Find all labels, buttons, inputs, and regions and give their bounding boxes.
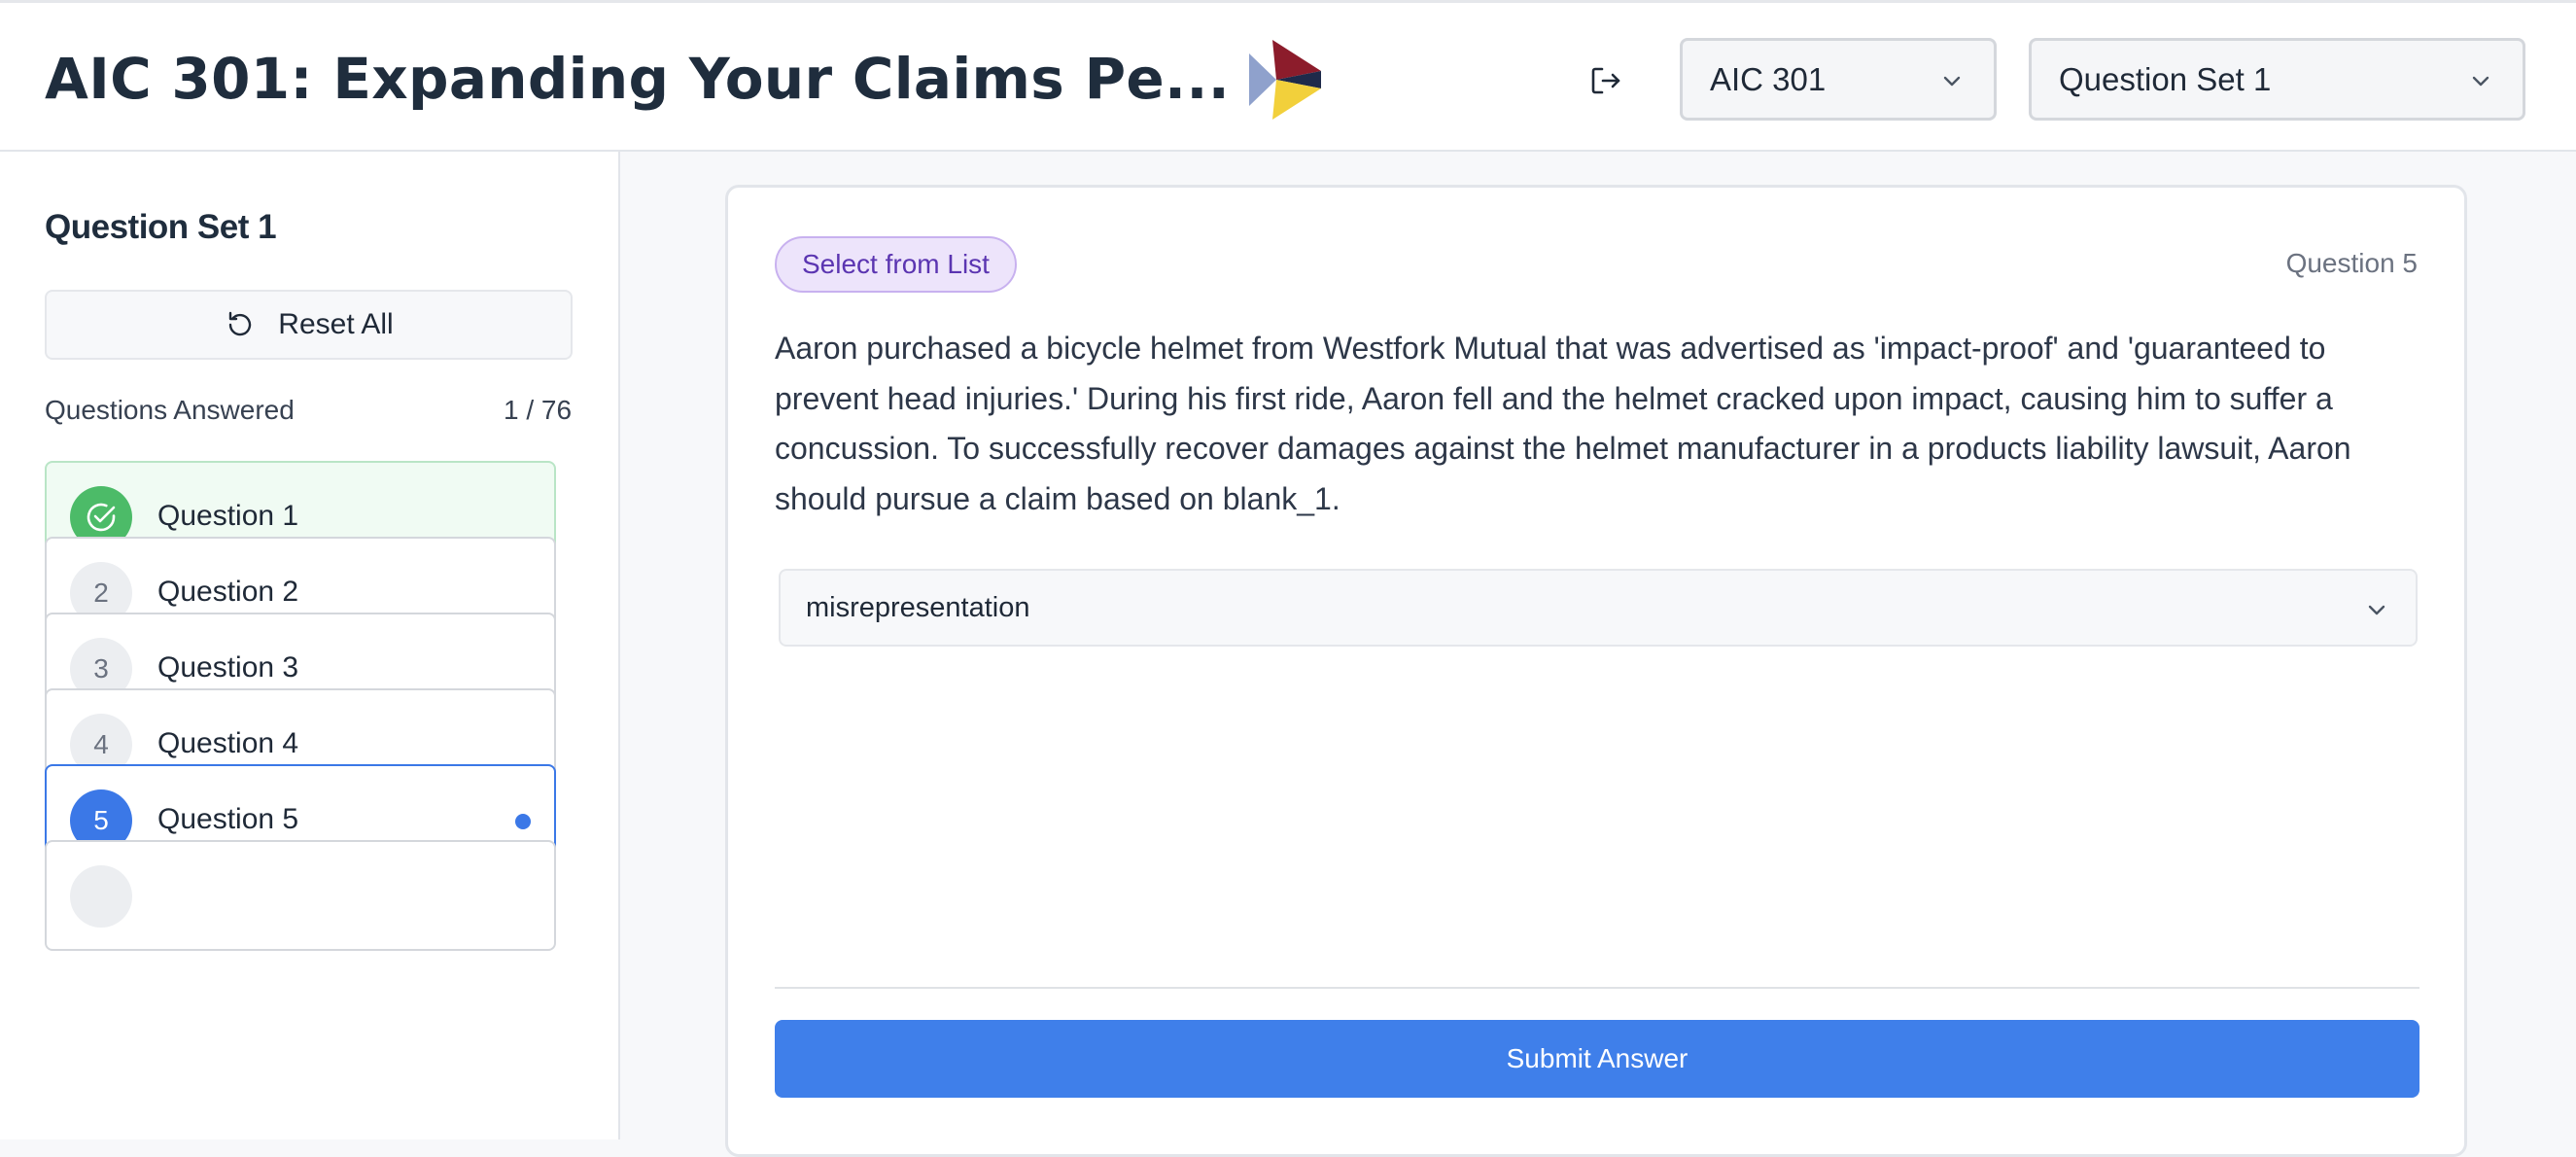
answer-select-value: misrepresentation — [806, 591, 1030, 623]
reset-icon — [229, 311, 252, 336]
sidebar-title: Question Set 1 — [45, 208, 277, 246]
course-select-value: AIC 301 — [1710, 60, 1827, 97]
divider — [775, 987, 2419, 989]
reset-all-button[interactable]: Reset All — [45, 290, 573, 360]
question-number-label: Question 5 — [2285, 248, 2418, 278]
current-indicator — [515, 814, 531, 829]
question-label: Question 2 — [157, 576, 299, 608]
reset-all-label: Reset All — [278, 308, 394, 340]
answer-select[interactable]: misrepresentation — [779, 569, 2418, 647]
questions-answered-label: Questions Answered — [45, 395, 295, 425]
logout-icon[interactable] — [1588, 63, 1623, 98]
question-label: Question 4 — [157, 727, 299, 759]
question-label: Question 5 — [157, 803, 299, 835]
chevron-down-icon — [2368, 605, 2385, 615]
questions-answered-count: 1 / 76 — [504, 395, 573, 425]
question-set-select-value: Question Set 1 — [2059, 60, 2272, 97]
submit-answer-label: Submit Answer — [1506, 1043, 1688, 1073]
sidebar: Question Set 1 Reset All Questions Answe… — [0, 152, 620, 1139]
question-text: Aaron purchased a bicycle helmet from We… — [775, 331, 2351, 516]
question-number — [70, 865, 132, 928]
course-select[interactable]: AIC 301 — [1680, 38, 1997, 121]
question-label: Question 1 — [157, 500, 299, 532]
chevron-down-icon — [1943, 76, 1961, 87]
submit-answer-button[interactable]: Submit Answer — [775, 1020, 2419, 1098]
sidebar-item-partial[interactable] — [45, 840, 556, 951]
question-set-select[interactable]: Question Set 1 — [2029, 38, 2525, 121]
question-label: Question 3 — [157, 651, 299, 684]
check-circle-icon — [87, 503, 116, 532]
app-header: AIC 301: Expanding Your Claims Pe... AIC… — [0, 0, 2576, 152]
chevron-down-icon — [2472, 76, 2489, 87]
question-card: Select from List Question 5 Aaron purcha… — [725, 185, 2467, 1157]
page-title: AIC 301: Expanding Your Claims Pe... — [45, 46, 1231, 112]
question-type-badge: Select from List — [775, 236, 1017, 293]
logo — [1249, 40, 1321, 120]
